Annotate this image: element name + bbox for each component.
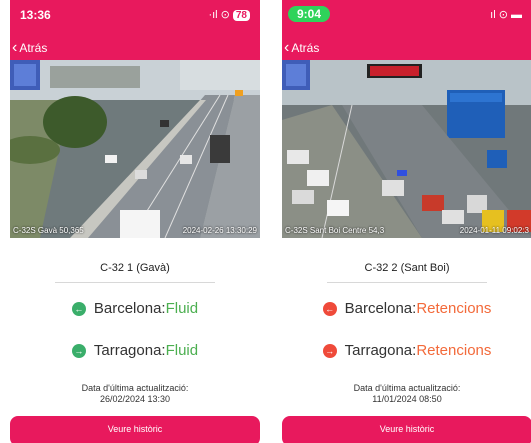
traffic-status: Fluid (165, 300, 199, 317)
battery-icon: 78 (232, 10, 250, 21)
direction-barcelona: ← Barcelona: Fluid (10, 300, 260, 317)
camera-location: C-32S Gavà 50,365 (13, 225, 84, 235)
app-header: 9:04 ıl ⊙ ▬ ‹ Atrás (282, 0, 531, 60)
chevron-left-icon: ‹ (12, 39, 18, 56)
direction-tarragona: → Tarragona: Retencions (282, 342, 531, 359)
divider (327, 282, 487, 283)
camera-timestamp: 2024-02-26 13:30:29 (182, 225, 257, 235)
chevron-left-icon: ‹ (284, 39, 290, 56)
view-history-button[interactable]: Veure històric (10, 416, 260, 443)
direction-name: Barcelona: (93, 300, 166, 317)
camera-caption: C-32S Gavà 50,365 2024-02-26 13:30:29 (10, 222, 260, 238)
direction-name: Barcelona: (344, 300, 417, 317)
direction-tarragona: → Tarragona: Fluid (10, 342, 260, 359)
last-update-label: Data d'última actualització: (353, 383, 461, 393)
road-title: C-32 1 (Gavà) (100, 262, 170, 274)
camera-image: C-32S Gavà 50,365 2024-02-26 13:30:29 (10, 60, 260, 238)
direction-name: Tarragona: (93, 342, 166, 359)
arrow-left-icon: ← (71, 301, 86, 316)
road-title: C-32 2 (Sant Boi) (364, 262, 450, 274)
back-label: Atrás (291, 41, 320, 55)
status-bar: 9:04 ıl ⊙ ▬ (282, 6, 531, 24)
status-time: 13:36 (20, 8, 51, 22)
camera-caption: C-32S Sant Boi Centre 54,3 2024-01-11 09… (282, 222, 531, 238)
divider (55, 282, 215, 283)
last-update-label: Data d'última actualització: (81, 383, 189, 393)
status-bar: 13:36 ·ıl ⊙ 78 (10, 6, 260, 24)
back-button[interactable]: ‹ Atrás (284, 40, 319, 56)
status-icons: ·ıl ⊙ 78 (208, 8, 250, 21)
right-phone-screen: 9:04 ıl ⊙ ▬ ‹ Atrás C-32S Sant Boi Centr… (282, 0, 531, 443)
status-icons: ıl ⊙ ▬ (490, 9, 522, 21)
last-update-date: 11/01/2024 08:50 (372, 394, 442, 404)
status-time: 9:04 (288, 6, 331, 22)
arrow-left-icon: ← (322, 301, 337, 316)
back-button[interactable]: ‹ Atrás (12, 40, 47, 56)
traffic-status: Retencions (416, 300, 492, 317)
view-history-button[interactable]: Veure històric (282, 416, 531, 443)
direction-barcelona: ← Barcelona: Retencions (282, 300, 531, 317)
left-phone-screen: 13:36 ·ıl ⊙ 78 ‹ Atrás C-32S Gavà 50,365… (10, 0, 260, 443)
signal-wifi-icon: ·ıl ⊙ (208, 9, 230, 21)
traffic-status: Retencions (416, 342, 492, 359)
arrow-right-icon: → (322, 343, 337, 358)
camera-timestamp: 2024-01-11 09:02:3 (459, 225, 529, 235)
last-update-date: 26/02/2024 13:30 (99, 394, 171, 404)
arrow-right-icon: → (71, 343, 86, 358)
camera-location: C-32S Sant Boi Centre 54,3 (285, 225, 385, 235)
traffic-status: Fluid (165, 342, 199, 359)
back-label: Atrás (19, 41, 48, 55)
app-header: 13:36 ·ıl ⊙ 78 ‹ Atrás (10, 0, 260, 60)
camera-image: C-32S Sant Boi Centre 54,3 2024-01-11 09… (282, 60, 531, 238)
direction-name: Tarragona: (344, 342, 417, 359)
